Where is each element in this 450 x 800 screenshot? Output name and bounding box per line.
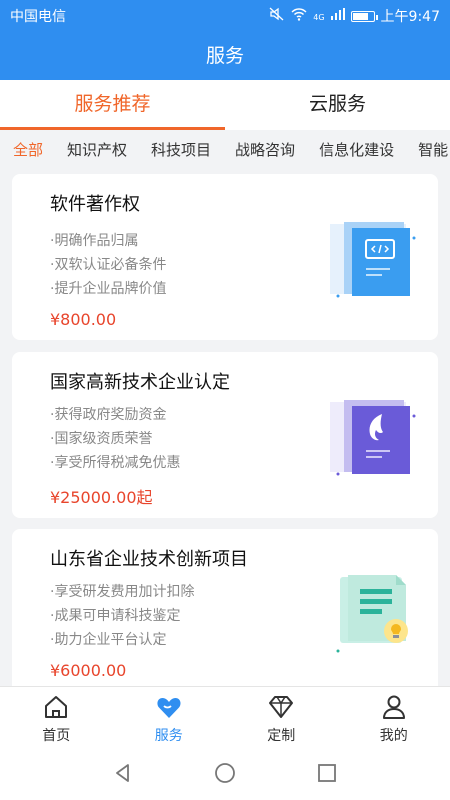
nav-label: 首页 bbox=[42, 728, 71, 744]
status-bar: 中国电信 4G 上午9:47 bbox=[0, 0, 450, 32]
top-tab-bar: 服务推荐 云服务 bbox=[0, 80, 450, 130]
tab-service-recommend[interactable]: 服务推荐 bbox=[0, 80, 225, 130]
mute-icon bbox=[269, 7, 285, 25]
code-document-icon bbox=[326, 218, 422, 302]
service-feature: ·明确作品归属 bbox=[50, 233, 139, 249]
nav-label: 我的 bbox=[379, 728, 408, 744]
nav-label: 服务 bbox=[154, 728, 183, 744]
service-feature: ·成果可申请科技鉴定 bbox=[50, 608, 181, 624]
network-type: 4G bbox=[313, 13, 325, 22]
tab-cloud-service[interactable]: 云服务 bbox=[225, 80, 450, 130]
home-icon bbox=[42, 693, 70, 721]
lightbulb-document-icon bbox=[326, 571, 422, 655]
service-title: 国家高新技术企业认定 bbox=[50, 372, 230, 393]
page-title: 服务 bbox=[0, 32, 450, 80]
service-feature: ·享受所得税减免优惠 bbox=[50, 455, 181, 471]
back-icon[interactable] bbox=[112, 762, 134, 788]
service-price: ¥25000.00起 bbox=[50, 488, 153, 507]
clock: 上午9:47 bbox=[380, 9, 440, 25]
bottom-nav: 首页 服务 定制 我的 bbox=[0, 686, 450, 750]
home-circle-icon[interactable] bbox=[214, 762, 236, 788]
diamond-icon bbox=[267, 693, 295, 721]
service-feature: ·获得政府奖励资金 bbox=[50, 407, 167, 423]
heart-icon bbox=[155, 693, 183, 721]
service-feature: ·提升企业品牌价值 bbox=[50, 281, 167, 297]
user-icon bbox=[380, 693, 408, 721]
category-tab-smart[interactable]: 智能 bbox=[418, 130, 448, 170]
recent-apps-icon[interactable] bbox=[316, 762, 338, 788]
service-feature: ·助力企业平台认定 bbox=[50, 632, 167, 648]
carrier-name: 中国电信 bbox=[10, 9, 66, 25]
service-card[interactable]: 山东省企业技术创新项目 ·享受研发费用加计扣除 ·成果可申请科技鉴定 ·助力企业… bbox=[12, 529, 438, 686]
category-tab-strategy[interactable]: 战略咨询 bbox=[235, 130, 295, 170]
service-card[interactable]: 国家高新技术企业认定 ·获得政府奖励资金 ·国家级资质荣誉 ·享受所得税减免优惠… bbox=[12, 352, 438, 518]
battery-icon bbox=[350, 10, 378, 22]
service-title: 软件著作权 bbox=[50, 194, 140, 215]
service-feature: ·双软认证必备条件 bbox=[50, 257, 167, 273]
nav-service[interactable]: 服务 bbox=[113, 687, 226, 750]
category-tab-it-building[interactable]: 信息化建设 bbox=[319, 130, 394, 170]
nav-home[interactable]: 首页 bbox=[0, 687, 113, 750]
system-nav-bar bbox=[0, 750, 450, 800]
service-price: ¥6000.00 bbox=[50, 661, 127, 680]
nav-mine[interactable]: 我的 bbox=[338, 687, 450, 750]
category-tab-ip[interactable]: 知识产权 bbox=[67, 130, 127, 170]
service-feature: ·国家级资质荣誉 bbox=[50, 431, 153, 447]
service-card[interactable]: 软件著作权 ·明确作品归属 ·双软认证必备条件 ·提升企业品牌价值 ¥800.0… bbox=[12, 174, 438, 340]
service-title: 山东省企业技术创新项目 bbox=[50, 549, 248, 570]
signal-icon bbox=[330, 8, 345, 24]
category-tab-bar: 全部 知识产权 科技项目 战略咨询 信息化建设 智能 bbox=[0, 130, 450, 170]
wifi-icon bbox=[291, 7, 307, 25]
service-price: ¥800.00 bbox=[50, 310, 117, 329]
nav-custom[interactable]: 定制 bbox=[225, 687, 338, 750]
category-tab-all[interactable]: 全部 bbox=[13, 130, 43, 170]
category-tab-tech-projects[interactable]: 科技项目 bbox=[151, 130, 211, 170]
nav-label: 定制 bbox=[267, 728, 296, 744]
service-list: 软件著作权 ·明确作品归属 ·双软认证必备条件 ·提升企业品牌价值 ¥800.0… bbox=[0, 172, 450, 686]
flame-document-icon bbox=[326, 396, 422, 480]
service-feature: ·享受研发费用加计扣除 bbox=[50, 584, 195, 600]
